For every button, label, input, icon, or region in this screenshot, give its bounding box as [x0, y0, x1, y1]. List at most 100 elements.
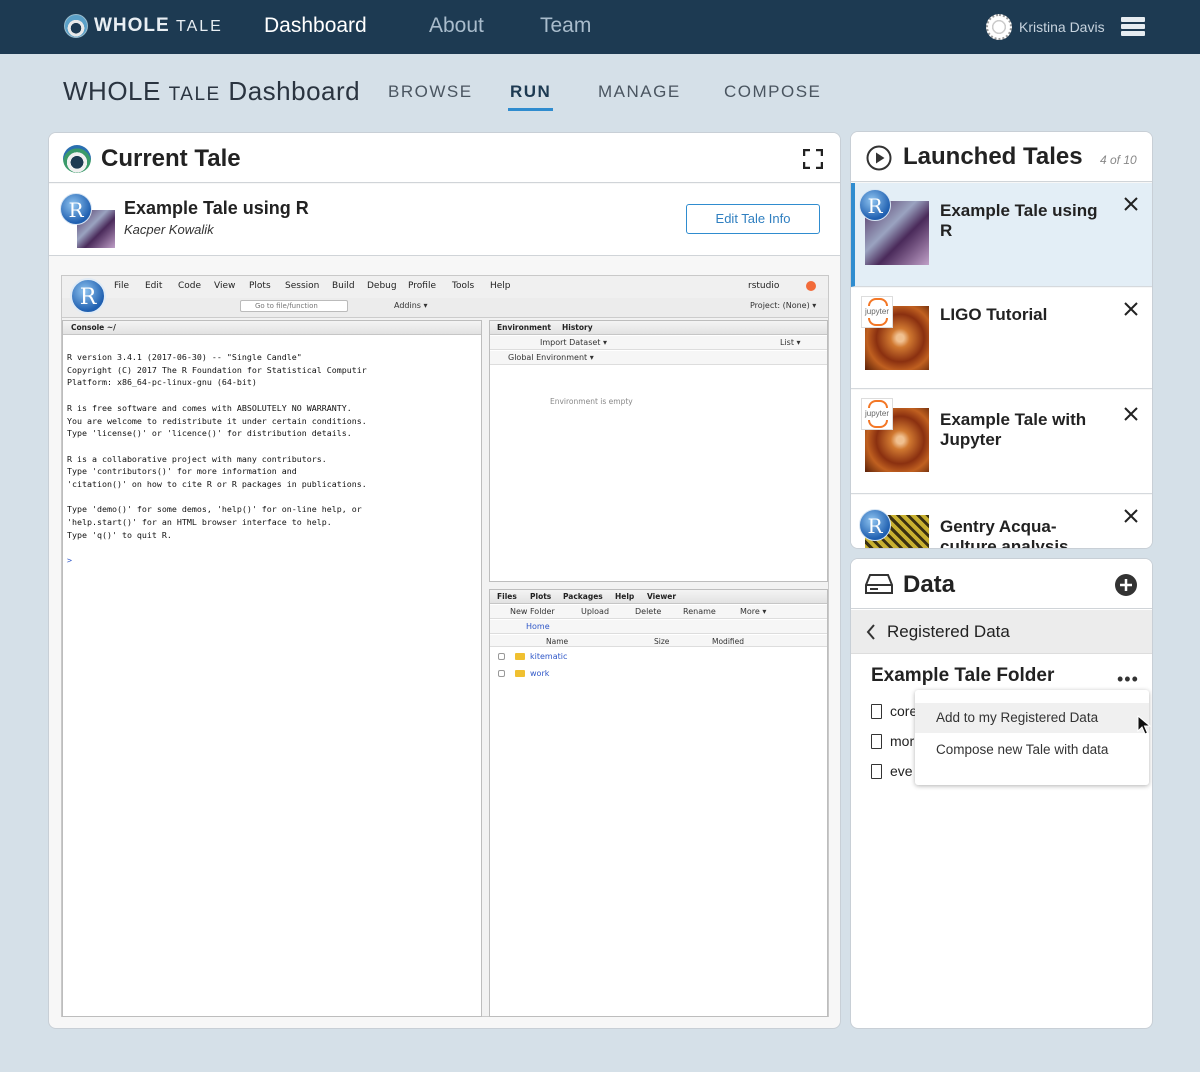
- rs-viewer-tab[interactable]: Viewer: [647, 592, 676, 601]
- folder-icon: [515, 653, 525, 660]
- rs-files-tab[interactable]: Files: [497, 592, 517, 601]
- logo-sub-text: TALE: [176, 18, 223, 35]
- page-title-sub: TALE: [168, 84, 221, 105]
- whole-tale-logo[interactable]: WHOLE TALE: [64, 14, 223, 38]
- launched-tale-title: LIGO Tutorial: [940, 305, 1048, 324]
- rs-menu-code[interactable]: Code: [178, 281, 201, 291]
- rs-file-row[interactable]: work: [498, 669, 549, 678]
- rs-environment-tab[interactable]: Environment: [497, 323, 551, 332]
- logo-main-text: WHOLE: [94, 15, 170, 36]
- data-file-row[interactable]: eve: [871, 763, 913, 779]
- menu-item-compose-tale[interactable]: Compose new Tale with data: [915, 735, 1149, 765]
- launched-tale-title: Example Tale using R: [940, 201, 1098, 240]
- edit-tale-info-button[interactable]: Edit Tale Info: [686, 204, 820, 234]
- rs-import-dataset[interactable]: Import Dataset ▾: [540, 338, 607, 347]
- rs-quit-icon[interactable]: [806, 281, 816, 291]
- launched-tale-title: Gentry Acqua-culture analysis: [940, 517, 1069, 549]
- rs-goto-file-input[interactable]: Go to file/function: [240, 300, 348, 312]
- rs-plots-tab[interactable]: Plots: [530, 592, 551, 601]
- page-title: WHOLE TALE Dashboard: [63, 76, 360, 107]
- rs-console-tab[interactable]: Console ~/: [71, 323, 116, 332]
- rs-menu-view[interactable]: View: [214, 281, 235, 291]
- rstudio-logo: R: [70, 278, 106, 314]
- rs-menu-build[interactable]: Build: [332, 281, 355, 291]
- rs-menu-file[interactable]: File: [114, 281, 129, 291]
- tab-browse[interactable]: BROWSE: [388, 82, 473, 102]
- rs-packages-tab[interactable]: Packages: [563, 592, 603, 601]
- r-language-icon: R: [859, 509, 891, 541]
- data-file-row[interactable]: core: [871, 703, 917, 719]
- mouse-cursor-icon: [1137, 715, 1151, 735]
- launched-tale-item[interactable]: jupyter Example Tale with Jupyter: [851, 390, 1152, 494]
- rs-history-tab[interactable]: History: [562, 323, 593, 332]
- rs-environment-pane: Environment History Import Dataset ▾ Lis…: [489, 320, 828, 582]
- close-icon[interactable]: [1124, 407, 1138, 421]
- rstudio-frame[interactable]: File Edit Code View Plots Session Build …: [61, 275, 829, 1017]
- rs-console-pane[interactable]: Console ~/ R version 3.4.1 (2017-06-30) …: [62, 320, 482, 1017]
- more-options-icon[interactable]: •••: [1117, 669, 1139, 690]
- launched-tale-item[interactable]: jupyter LIGO Tutorial: [851, 288, 1152, 389]
- rs-help-tab[interactable]: Help: [615, 592, 634, 601]
- rs-menu-tools[interactable]: Tools: [452, 281, 474, 291]
- stack-menu-icon[interactable]: [1121, 17, 1145, 37]
- whole-tale-icon: [63, 145, 91, 173]
- data-panel: Data Registered Data Example Tale Folder…: [850, 558, 1153, 1029]
- tab-compose[interactable]: COMPOSE: [724, 82, 821, 102]
- nav-dashboard[interactable]: Dashboard: [264, 14, 367, 38]
- file-icon: [871, 703, 882, 719]
- rs-menu-debug[interactable]: Debug: [367, 281, 397, 291]
- chevron-left-icon: [866, 624, 875, 640]
- rs-home-breadcrumb[interactable]: Home: [526, 622, 550, 631]
- rs-list-view[interactable]: List ▾: [780, 338, 801, 347]
- rs-file-row[interactable]: kitematic: [498, 652, 567, 661]
- data-header: Data: [851, 559, 1152, 609]
- tale-author: Kacper Kowalik: [124, 222, 214, 237]
- rstudio-toolbar: [62, 298, 828, 318]
- avatar: [986, 14, 1012, 40]
- close-icon[interactable]: [1124, 509, 1138, 523]
- add-data-icon[interactable]: [1115, 574, 1137, 596]
- page-title-main: WHOLE: [63, 76, 161, 106]
- rs-col-size[interactable]: Size: [654, 637, 669, 646]
- rs-project-menu[interactable]: Project: (None) ▾: [750, 301, 816, 310]
- rs-menu-edit[interactable]: Edit: [145, 281, 162, 291]
- rs-menu-profile[interactable]: Profile: [408, 281, 436, 291]
- rs-more[interactable]: More ▾: [740, 607, 766, 616]
- folder-title: Example Tale Folder: [871, 665, 1055, 686]
- rs-menu-help[interactable]: Help: [490, 281, 511, 291]
- rs-menu-session[interactable]: Session: [285, 281, 319, 291]
- menu-item-add-registered[interactable]: Add to my Registered Data: [915, 703, 1149, 733]
- close-icon[interactable]: [1124, 197, 1138, 211]
- close-icon[interactable]: [1124, 302, 1138, 316]
- registered-data-back[interactable]: Registered Data: [851, 610, 1152, 654]
- rs-col-modified[interactable]: Modified: [712, 637, 744, 646]
- user-menu[interactable]: Kristina Davis: [986, 14, 1105, 40]
- rs-addins-menu[interactable]: Addins ▾: [394, 301, 428, 310]
- launched-tale-title: Example Tale with Jupyter: [940, 410, 1087, 449]
- file-icon: [871, 763, 882, 779]
- rs-new-folder[interactable]: New Folder: [510, 607, 555, 616]
- launched-tale-item[interactable]: R Gentry Acqua-culture analysis: [851, 495, 1152, 549]
- rs-global-env[interactable]: Global Environment ▾: [508, 353, 594, 362]
- rs-col-name[interactable]: Name: [546, 637, 568, 646]
- expand-icon[interactable]: [803, 149, 823, 169]
- rs-upload[interactable]: Upload: [581, 607, 609, 616]
- rs-rename[interactable]: Rename: [683, 607, 716, 616]
- nav-about[interactable]: About: [429, 14, 484, 38]
- tab-run[interactable]: RUN: [510, 82, 551, 102]
- data-file-row[interactable]: mor: [871, 733, 914, 749]
- nav-team[interactable]: Team: [540, 14, 591, 38]
- tab-manage[interactable]: MANAGE: [598, 82, 681, 102]
- whole-tale-logo-icon: [64, 14, 88, 38]
- launched-tale-item[interactable]: R Example Tale using R: [851, 183, 1152, 287]
- r-language-icon: R: [859, 189, 891, 221]
- rs-console-output: R version 3.4.1 (2017-06-30) -- "Single …: [67, 352, 367, 540]
- data-file-name: mor: [890, 733, 915, 749]
- rs-delete[interactable]: Delete: [635, 607, 661, 616]
- rs-menu-plots[interactable]: Plots: [249, 281, 271, 291]
- rs-console-prompt[interactable]: >: [67, 554, 72, 567]
- tale-name: Example Tale using R: [124, 198, 309, 218]
- data-file-name: core: [890, 703, 918, 719]
- rs-env-empty: Environment is empty: [550, 397, 633, 406]
- folder-options-menu: Add to my Registered Data Compose new Ta…: [915, 690, 1149, 785]
